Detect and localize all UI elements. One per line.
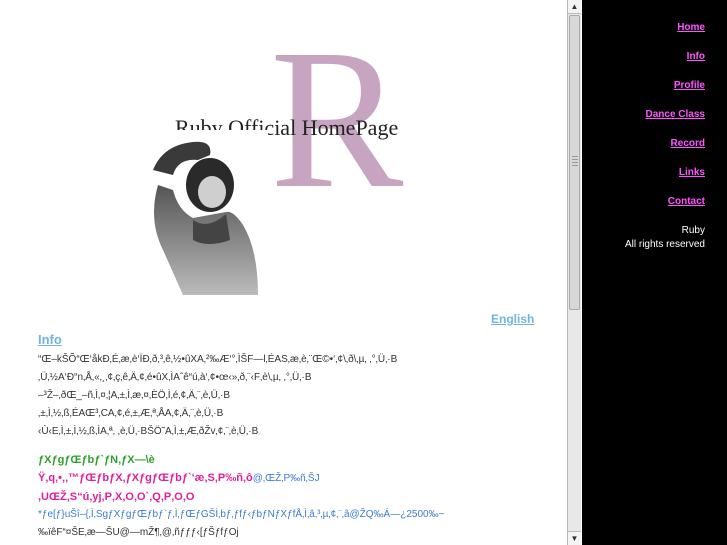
main-content-frame: R Ruby Official HomePage English Info “Œ… — [0, 0, 567, 545]
nav-dance-class[interactable]: Dance Class — [646, 109, 705, 120]
scroll-up-arrow-icon[interactable]: ▲ — [568, 0, 581, 14]
english-link[interactable]: English — [491, 312, 534, 326]
nav-info[interactable]: Info — [687, 51, 705, 62]
event-price: Å‚Ì‚â‚³‚µ‚¢‚¨‚â@ŽQ‰Á—¿2500‰~ — [295, 509, 445, 520]
info-paragraph: “Œ–kŠÕ“Œ‘åkÐ‚É‚æ‚è‘ÏÐ‚ð‚³‚ê‚½•ûXA‚²‰Æ‘°‚… — [38, 351, 397, 441]
info-heading[interactable]: Info — [38, 332, 62, 347]
sidebar-nav: Home Info Profile Dance Class Record Lin… — [582, 0, 727, 545]
scrollbar-thumb[interactable] — [569, 15, 580, 310]
info-line: “Œ–kŠÕ“Œ‘åkÐ‚É‚æ‚è‘ÏÐ‚ð‚³‚ê‚½•ûXA‚²‰Æ‘°‚… — [38, 354, 398, 365]
footer-name: Ruby — [681, 225, 705, 236]
footer-rights: All rights reserved — [624, 239, 705, 250]
event-title: ƒXƒgƒŒƒbƒ`ƒN‚ƒX—\è — [38, 454, 155, 466]
artist-photo — [138, 130, 268, 295]
nav-home[interactable]: Home — [677, 22, 705, 33]
event-tag: @‚ŒŽ‚P‰ñ‚ŠJ — [252, 473, 320, 484]
info-line: ‚Ü‚½A‘Ð“n‚Å‚«‚¸‚¢‚ç‚ê‚Ä‚¢‚é•ûX‚ÌAˆê“ú‚à‘… — [38, 372, 312, 383]
info-line: ‚±‚Ì‚½‚ß‚ÉAŒ³‚CA‚¢‚é‚±‚Æ‚ª‚ÅA‚¢‚Ä‚¨‚è‚Ü‚… — [38, 408, 224, 419]
scroll-down-arrow-icon[interactable]: ▼ — [568, 531, 581, 545]
info-line: –³Ž–‚ðŒ_–ñ‚Ì‚¤‚¦A‚±‚Ì‚æ‚¤‚ÈÖ‚Ì‚é‚¢‚Ä‚¨‚è… — [38, 390, 231, 401]
event-more: ‰ïêF“¤ŠE‚æ—ŠU@—mŽ¶‚@‚ñƒƒƒ‹[ƒŠƒfƒOj — [38, 527, 239, 538]
event-subtitle: Ÿ‚q‚•‚‚™ƒŒƒbƒX‚ƒXƒgƒŒƒbƒ`‘æ‚S‚P‰ñ‚ô — [38, 472, 253, 484]
vertical-scrollbar[interactable]: ▲ ▼ — [567, 0, 581, 545]
event-detail: *ƒe[ƒ}uŠî–{‚Ì‚SgƒXƒgƒŒƒbƒ`ƒ‚Ì‚ƒŒƒGŠÌ‚bƒ‚… — [38, 509, 296, 520]
nav-contact[interactable]: Contact — [668, 196, 705, 207]
info-line: ‹Ù‹E‚Ì‚±‚Ì‚½‚ß‚ÌA‚ª‚ ‚è‚Ü‚·BŠÖ˜A‚Ì‚±‚Æ‚ð… — [38, 426, 259, 437]
grip-icon — [572, 156, 578, 168]
nav-links[interactable]: Links — [679, 167, 705, 178]
event-block: ƒXƒgƒŒƒbƒ`ƒN‚ƒX—\è Ÿ‚q‚•‚‚™ƒŒƒbƒX‚ƒXƒgƒŒ… — [38, 451, 444, 542]
nav-record[interactable]: Record — [671, 138, 705, 149]
event-schedule: ,UŒŽ‚S“ú‚yj‚P‚X‚O‚O`‚Q‚P‚O‚O — [38, 491, 195, 503]
nav-profile[interactable]: Profile — [674, 80, 705, 91]
